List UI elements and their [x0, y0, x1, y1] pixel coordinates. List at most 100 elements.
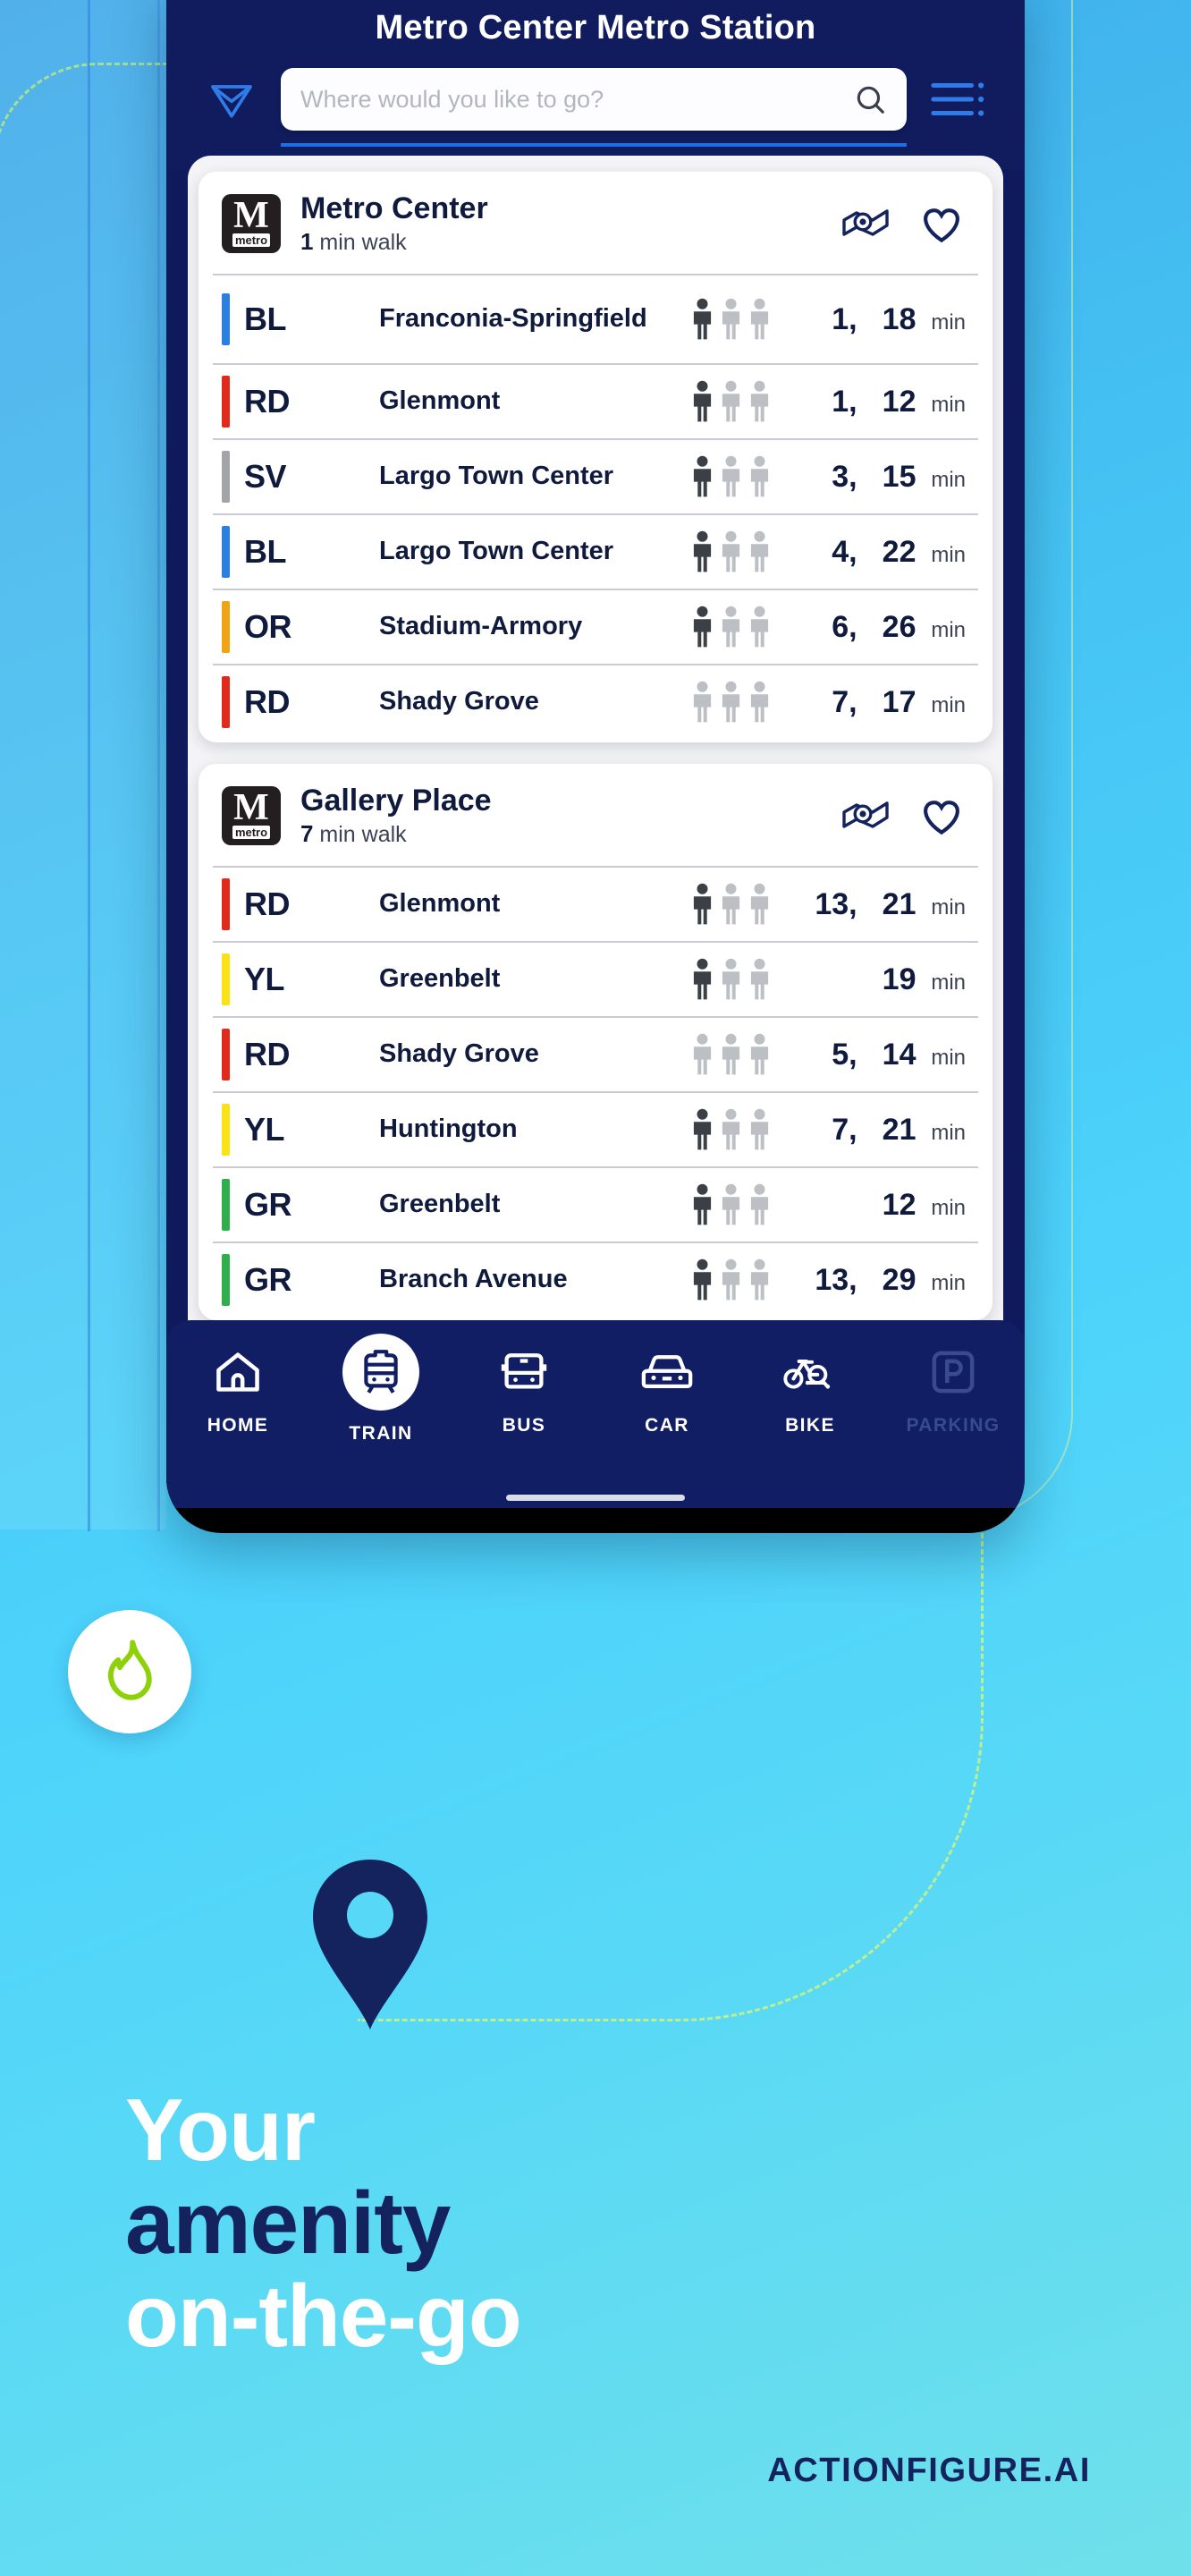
departure-time-unit: min	[931, 1120, 966, 1145]
occupancy-indicator	[690, 455, 790, 498]
brand-wordmark: ACTIONFIGURE.AI	[767, 2452, 1091, 2489]
nav-label: HOME	[207, 1415, 269, 1436]
table-row[interactable]: BL Franconia-Springfield 1, 18 min	[213, 274, 978, 363]
table-row[interactable]: RD Shady Grove 7, 17 min	[213, 664, 978, 739]
station-header-texts: Gallery Place 7 min walk	[300, 784, 821, 848]
departure-times: 6, 26 min	[790, 610, 966, 645]
search-wrap: Where would you like to go?	[281, 68, 907, 147]
occupancy-person-icon	[750, 883, 769, 925]
table-row[interactable]: GR Greenbelt 12 min	[213, 1166, 978, 1241]
departure-time-unit: min	[931, 467, 966, 492]
nav-item-bus[interactable]: BUS	[457, 1342, 591, 1436]
occupancy-person-icon	[722, 1108, 740, 1150]
parking-icon	[923, 1342, 984, 1402]
line-code: RD	[244, 1036, 291, 1073]
departure-time-second: 17	[882, 684, 916, 719]
station-walk-time: 1 min walk	[300, 228, 821, 256]
flame-badge	[68, 1610, 191, 1733]
station-header-actions	[840, 201, 966, 246]
map-pin-icon[interactable]	[840, 794, 891, 837]
send-icon[interactable]	[206, 74, 258, 124]
favorite-heart-icon[interactable]	[917, 793, 966, 838]
occupancy-indicator	[690, 1183, 790, 1226]
metro-logo-icon: M metro	[222, 194, 281, 254]
search-input[interactable]: Where would you like to go?	[281, 68, 907, 131]
line-chip: OR	[222, 601, 379, 654]
flame-icon	[107, 1640, 152, 1700]
occupancy-indicator	[690, 1033, 790, 1076]
occupancy-person-icon	[722, 455, 740, 497]
line-color-bar	[222, 953, 230, 1006]
occupancy-person-icon	[750, 298, 769, 340]
nav-label: BUS	[502, 1415, 546, 1436]
table-row[interactable]: RD Glenmont 13, 21 min	[213, 866, 978, 941]
hamburger-menu-icon[interactable]	[930, 77, 985, 122]
destination-label: Largo Town Center	[379, 537, 614, 566]
occupancy-person-icon	[693, 530, 712, 572]
metro-logo-letter: M	[233, 786, 269, 828]
line-code: RD	[244, 683, 291, 721]
marketing-headline: Your amenity on-the-go	[125, 2083, 522, 2363]
line-color-bar	[222, 601, 230, 654]
line-color-bar	[222, 878, 230, 931]
line-chip: GR	[222, 1179, 379, 1232]
departure-time-first: 6,	[832, 609, 857, 644]
table-row[interactable]: BL Largo Town Center 4, 22 min	[213, 513, 978, 589]
line-chip: GR	[222, 1254, 379, 1307]
line-code: BL	[244, 301, 287, 338]
favorite-heart-icon[interactable]	[917, 201, 966, 246]
line-chip: RD	[222, 676, 379, 729]
occupancy-person-icon	[750, 1033, 769, 1075]
occupancy-person-icon	[693, 958, 712, 1000]
destination-label: Greenbelt	[379, 1190, 501, 1219]
occupancy-person-icon	[750, 1108, 769, 1150]
departure-time-unit: min	[931, 1195, 966, 1220]
station-name: Gallery Place	[300, 784, 492, 818]
departure-time-unit: min	[931, 1270, 966, 1295]
nav-item-parking[interactable]: PARKING	[886, 1342, 1020, 1436]
occupancy-person-icon	[722, 1258, 740, 1301]
departure-time-unit: min	[931, 542, 966, 567]
station-card[interactable]: M metro Metro Center 1 min walk BL Franc…	[198, 172, 992, 743]
occupancy-indicator	[690, 530, 790, 573]
table-row[interactable]: RD Glenmont 1, 12 min	[213, 363, 978, 438]
departure-time-second: 18	[882, 301, 916, 336]
table-row[interactable]: GR Branch Avenue 13, 29 min	[213, 1241, 978, 1317]
nav-item-train[interactable]: TRAIN	[314, 1334, 448, 1445]
station-name: Metro Center	[300, 191, 488, 225]
destination-label: Shady Grove	[379, 1039, 539, 1069]
app-header: Metro Center Metro Station Where would y…	[166, 0, 1025, 169]
occupancy-person-icon	[693, 298, 712, 340]
departure-time-second: 12	[882, 384, 916, 419]
headline-line-2: amenity	[125, 2173, 451, 2272]
map-pin-icon[interactable]	[840, 202, 891, 245]
occupancy-person-icon	[722, 380, 740, 422]
line-code: GR	[244, 1186, 292, 1224]
search-underline	[281, 143, 907, 147]
table-row[interactable]: OR Stadium-Armory 6, 26 min	[213, 589, 978, 664]
destination-label: Huntington	[379, 1114, 518, 1144]
departure-time-unit: min	[931, 894, 966, 919]
table-row[interactable]: YL Huntington 7, 21 min	[213, 1091, 978, 1166]
line-chip: YL	[222, 953, 379, 1006]
departure-time-second: 15	[882, 459, 916, 494]
station-card[interactable]: M metro Gallery Place 7 min walk RD Glen…	[198, 764, 992, 1321]
table-row[interactable]: YL Greenbelt 19 min	[213, 941, 978, 1016]
occupancy-person-icon	[693, 606, 712, 648]
occupancy-person-icon	[722, 1183, 740, 1225]
table-row[interactable]: RD Shady Grove 5, 14 min	[213, 1016, 978, 1091]
nav-item-car[interactable]: CAR	[600, 1342, 734, 1436]
table-row[interactable]: SV Largo Town Center 3, 15 min	[213, 438, 978, 513]
departure-time-unit: min	[931, 309, 966, 335]
bottom-navigation: HOME TRAIN BUS CAR BIKE PARKING	[166, 1320, 1025, 1508]
nav-item-bike[interactable]: BIKE	[743, 1342, 877, 1436]
walk-value: 7	[300, 820, 314, 848]
departure-times: 13, 29 min	[790, 1263, 966, 1298]
nav-item-home[interactable]: HOME	[171, 1342, 305, 1436]
line-chip: YL	[222, 1104, 379, 1157]
line-color-bar	[222, 1104, 230, 1157]
line-code: RD	[244, 383, 291, 420]
search-icon[interactable]	[853, 82, 887, 116]
occupancy-person-icon	[722, 606, 740, 648]
occupancy-person-icon	[722, 1033, 740, 1075]
